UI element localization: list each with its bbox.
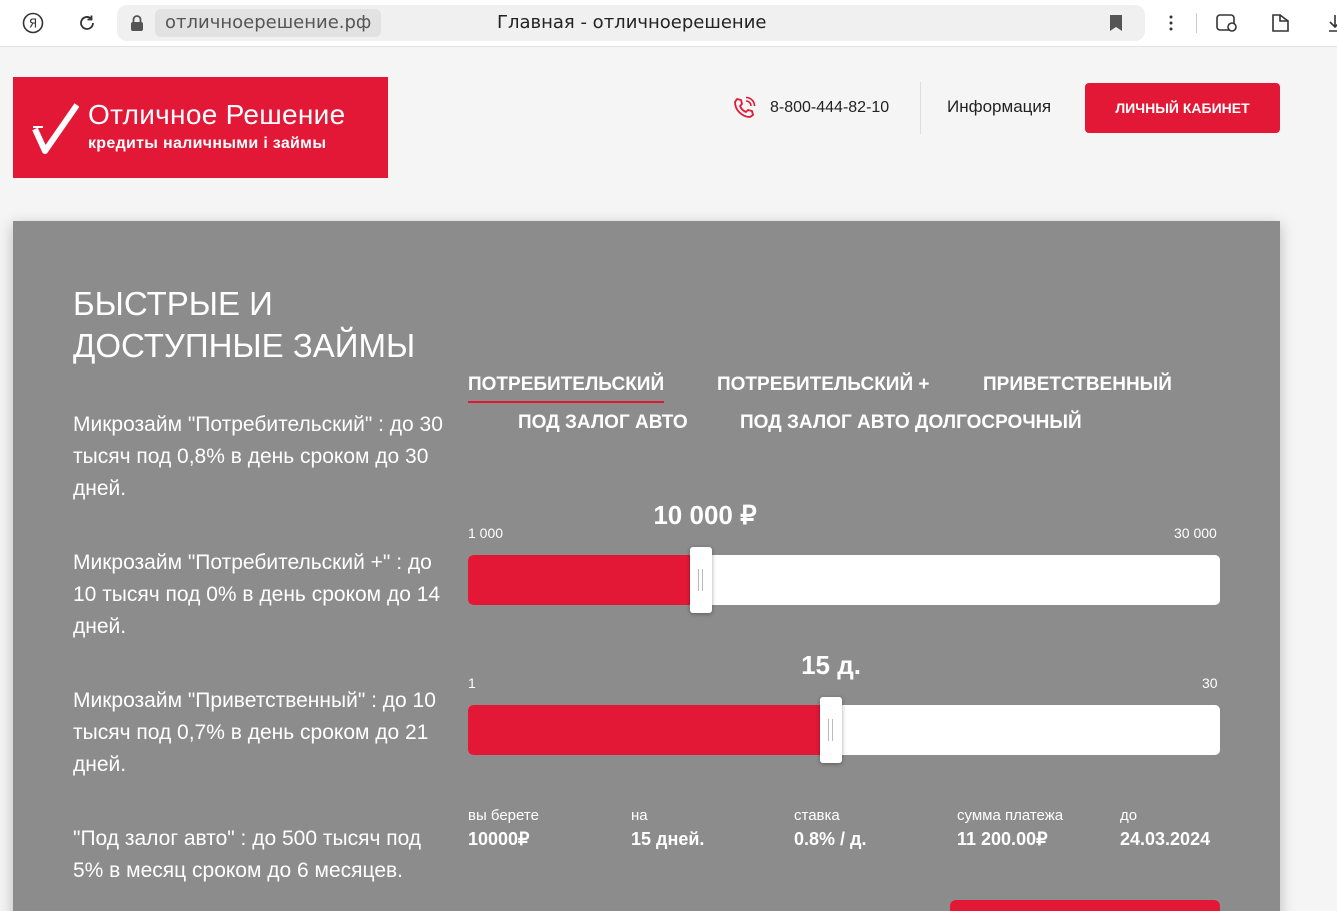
term-slider[interactable]	[468, 697, 1220, 763]
header-separator	[920, 82, 921, 134]
summary-value: 15 дней.	[631, 829, 705, 849]
term-slider-handle[interactable]	[820, 697, 843, 763]
summary-term: на 15 дней.	[631, 806, 781, 850]
summary-payment: сумма платежа 11 200.00₽	[957, 806, 1067, 850]
logo-subtitle: кредиты наличными і займы	[88, 135, 327, 152]
apply-button[interactable]	[950, 900, 1220, 911]
page-headline: БЫСТРЫЕ И ДОСТУПНЫЕ ЗАЙМЫ	[73, 285, 416, 364]
browser-page-title: Главная - отличноерешение	[497, 12, 767, 33]
address-bar[interactable]: отличноерешение.рф Главная - отличноереш…	[117, 5, 1145, 41]
tab-consumer-plus[interactable]: ПОТРЕБИТЕЛЬСКИЙ +	[717, 374, 930, 396]
lock-icon	[131, 15, 143, 31]
term-min-label: 1	[468, 675, 476, 691]
summary-value: 10000₽	[468, 829, 530, 849]
summary-due-date: до 24.03.2024	[1120, 806, 1270, 850]
tab-consumer[interactable]: ПОТРЕБИТЕЛЬСКИЙ	[468, 374, 665, 403]
loan-description: Микрозайм "Потребительский" : до 30 тыся…	[73, 413, 443, 500]
summary-value: 11 200.00₽	[957, 829, 1048, 849]
amount-slider[interactable]	[468, 547, 1220, 613]
personal-cabinet-button[interactable]: ЛИЧНЫЙ КАБИНЕТ	[1085, 83, 1280, 133]
loan-calculator-card: БЫСТРЫЕ И ДОСТУПНЫЕ ЗАЙМЫ Микрозайм "Пот…	[13, 221, 1280, 911]
summary-label: до	[1120, 807, 1138, 824]
loan-description: "Под залог авто" : до 500 тысяч под 5% в…	[73, 827, 422, 882]
summary-amount: вы берете 10000₽	[468, 806, 618, 850]
amount-slider-fill	[468, 555, 702, 605]
url-text[interactable]: отличноерешение.рф	[155, 9, 382, 37]
summary-value: 0.8% / д.	[794, 829, 867, 849]
term-max-label: 30	[1202, 675, 1218, 691]
summary-label: сумма платежа	[957, 807, 1064, 824]
tab-car-pledge[interactable]: ПОД ЗАЛОГ АВТО	[518, 412, 688, 434]
summary-label: вы берете	[468, 807, 539, 824]
term-slider-fill	[468, 705, 832, 755]
logo-title: Отличное Решение	[88, 99, 346, 130]
phone-contact[interactable]: 8-800-444-82-10	[732, 96, 889, 120]
reload-icon[interactable]	[74, 10, 100, 36]
amount-max-label: 30 000	[1174, 525, 1217, 541]
loan-description: Микрозайм "Потребительский +" : до 10 ты…	[73, 551, 441, 638]
site-logo[interactable]: Отличное Решение кредиты наличными і зай…	[13, 77, 388, 178]
info-link[interactable]: Информация	[947, 97, 1051, 117]
tab-welcome[interactable]: ПРИВЕТСТВЕННЫЙ	[983, 374, 1172, 396]
screenshot-icon[interactable]	[1214, 10, 1240, 36]
bookmark-icon[interactable]	[1109, 14, 1123, 32]
toolbar-separator	[1196, 13, 1197, 33]
download-icon[interactable]	[1322, 10, 1337, 36]
amount-min-label: 1 000	[468, 525, 504, 541]
summary-label: ставка	[794, 807, 840, 824]
yandex-logo-icon[interactable]: Я	[20, 10, 46, 36]
tab-car-pledge-long[interactable]: ПОД ЗАЛОГ АВТО ДОЛГОСРОЧНЫЙ	[740, 412, 1082, 434]
phone-icon	[734, 96, 756, 118]
term-value: 15 д.	[801, 650, 861, 680]
browser-toolbar: Я отличноерешение.рф Главная - отличноер…	[0, 0, 1337, 47]
amount-slider-handle[interactable]	[690, 547, 713, 613]
svg-text:Я: Я	[29, 17, 37, 31]
phone-number: 8-800-444-82-10	[770, 99, 890, 116]
summary-rate: ставка 0.8% / д.	[794, 806, 944, 850]
summary-value: 24.03.2024	[1120, 829, 1211, 849]
amount-value: 10 000 ₽	[653, 500, 757, 530]
checkmark-logo-icon	[32, 103, 79, 154]
loan-description: Микрозайм "Приветственный" : до 10 тысяч…	[73, 689, 436, 776]
extensions-icon[interactable]	[1268, 10, 1294, 36]
summary-label: на	[631, 807, 648, 824]
more-menu-icon[interactable]	[1158, 10, 1184, 36]
